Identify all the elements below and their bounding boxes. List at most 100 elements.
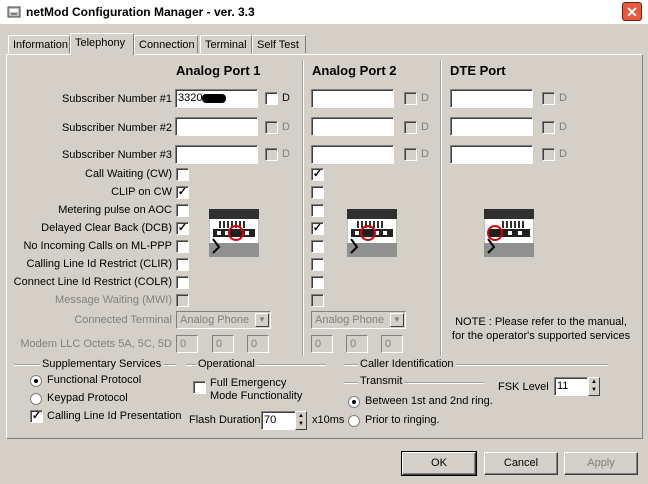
colr-label: Connect Line Id Restrict (COLR)	[13, 276, 172, 288]
analog-port-1-header: Analog Port 1	[176, 63, 261, 78]
keypad-protocol-radio[interactable]	[30, 393, 42, 405]
dte-subscriber-3-input[interactable]	[450, 145, 533, 164]
port2-clir-checkbox[interactable]	[311, 258, 324, 271]
port2-d-3-checkbox[interactable]	[404, 148, 417, 161]
functional-protocol-radio[interactable]	[30, 375, 42, 387]
keypad-protocol-label: Keypad Protocol	[47, 392, 128, 404]
chevron-down-icon[interactable]: ▼	[390, 313, 404, 327]
subscriber-number-3-label: Subscriber Number #3	[61, 149, 172, 161]
port2-dcb-checkbox[interactable]: ✓	[311, 222, 324, 235]
tab-telephony[interactable]: Telephony	[70, 33, 134, 55]
port2-mwi-checkbox[interactable]	[311, 294, 324, 307]
note-line-2: for the operator's supported services	[451, 330, 631, 342]
modem-llc-label: Modem LLC Octets 5A, 5C, 5D	[20, 338, 172, 350]
functional-protocol-label: Functional Protocol	[47, 374, 142, 386]
port2-llc-5d-input[interactable]: 0	[381, 335, 403, 353]
port1-metering-checkbox[interactable]	[176, 204, 189, 217]
column-divider	[440, 60, 442, 356]
tab-terminal[interactable]: Terminal	[200, 35, 252, 53]
port1-llc-5d-input[interactable]: 0	[247, 335, 269, 353]
flash-duration-spinner[interactable]: ▲ ▼	[295, 411, 307, 430]
close-button[interactable]: ✕	[622, 2, 642, 21]
port2-subscriber-1-input[interactable]	[311, 89, 394, 108]
full-emergency-checkbox[interactable]	[193, 381, 206, 394]
port1-connected-terminal-select[interactable]: Analog Phone ▼	[176, 311, 271, 329]
metering-pulse-label: Metering pulse on AOC	[58, 204, 172, 216]
dte-d-3-checkbox[interactable]	[542, 148, 555, 161]
supplementary-services-title: Supplementary Services	[40, 358, 164, 370]
port1-clip-on-cw-checkbox[interactable]: ✓	[176, 186, 189, 199]
full-emergency-line-1: Full Emergency	[210, 377, 287, 389]
d-label: D	[421, 121, 429, 133]
port1-subscriber-1-input[interactable]: 3320	[175, 89, 258, 108]
port2-llc-5a-input[interactable]: 0	[311, 335, 333, 353]
full-emergency-label: Full Emergency Mode Functionality	[210, 377, 302, 403]
calling-line-id-presentation-checkbox[interactable]: ✓	[30, 410, 43, 423]
redaction-mark	[202, 93, 227, 103]
port2-terminal-value: Analog Phone	[315, 314, 385, 326]
between-rings-label: Between 1st and 2nd ring.	[365, 395, 493, 407]
tab-information[interactable]: Information	[8, 35, 70, 53]
cancel-button[interactable]: Cancel	[484, 452, 558, 475]
port1-subscriber-2-input[interactable]	[175, 117, 258, 136]
port1-dcb-checkbox[interactable]: ✓	[176, 222, 189, 235]
d-label: D	[559, 121, 567, 133]
port2-llc-5c-input[interactable]: 0	[346, 335, 368, 353]
flash-duration-unit: x10ms	[312, 414, 345, 426]
port2-metering-checkbox[interactable]	[311, 204, 324, 217]
port1-d-3-checkbox[interactable]	[265, 148, 278, 161]
connected-terminal-label: Connected Terminal	[74, 314, 172, 326]
tab-self-test[interactable]: Self Test	[252, 35, 306, 53]
full-emergency-line-2: Mode Functionality	[210, 390, 303, 402]
subscriber-number-1-label: Subscriber Number #1	[61, 93, 172, 105]
operational-title: Operational	[196, 358, 257, 370]
fsk-level-label: FSK Level	[498, 381, 549, 393]
port2-subscriber-2-input[interactable]	[311, 117, 394, 136]
port2-colr-checkbox[interactable]	[311, 276, 324, 289]
port1-d-2-checkbox[interactable]	[265, 121, 278, 134]
dte-d-1-checkbox[interactable]	[542, 92, 555, 105]
port1-terminal-value: Analog Phone	[180, 314, 250, 326]
between-rings-radio[interactable]	[348, 396, 360, 408]
port2-clip-on-cw-checkbox[interactable]	[311, 186, 324, 199]
tab-connection[interactable]: Connection	[134, 35, 198, 53]
port1-subscriber-3-input[interactable]	[175, 145, 258, 164]
call-waiting-label: Call Waiting (CW)	[85, 168, 172, 180]
port1-mwi-checkbox[interactable]	[176, 294, 189, 307]
port1-colr-checkbox[interactable]	[176, 276, 189, 289]
dte-subscriber-1-input[interactable]	[450, 89, 533, 108]
dte-subscriber-2-input[interactable]	[450, 117, 533, 136]
port2-d-1-checkbox[interactable]	[404, 92, 417, 105]
flash-duration-input[interactable]: 70	[261, 411, 296, 430]
dte-d-2-checkbox[interactable]	[542, 121, 555, 134]
port2-connector-icon	[347, 209, 397, 257]
d-label: D	[421, 148, 429, 160]
port1-no-incoming-checkbox[interactable]	[176, 240, 189, 253]
port2-subscriber-3-input[interactable]	[311, 145, 394, 164]
d-label: D	[282, 92, 290, 104]
port1-call-waiting-checkbox[interactable]	[176, 168, 189, 181]
fsk-level-input[interactable]: 11	[554, 377, 588, 396]
fsk-level-spinner[interactable]: ▲ ▼	[588, 377, 600, 396]
port2-call-waiting-checkbox[interactable]: ✓	[311, 168, 324, 181]
delayed-clear-back-label: Delayed Clear Back (DCB)	[41, 222, 172, 234]
port1-d-1-checkbox[interactable]	[265, 92, 278, 105]
port2-no-incoming-checkbox[interactable]	[311, 240, 324, 253]
port1-llc-5c-input[interactable]: 0	[212, 335, 234, 353]
d-label: D	[421, 92, 429, 104]
column-divider	[302, 60, 304, 356]
port2-connected-terminal-select[interactable]: Analog Phone ▼	[311, 311, 406, 329]
calling-line-id-presentation-label: Calling Line Id Presentation	[47, 410, 182, 422]
port1-clir-checkbox[interactable]	[176, 258, 189, 271]
apply-button[interactable]: Apply	[564, 452, 638, 475]
port2-d-2-checkbox[interactable]	[404, 121, 417, 134]
dte-port-header: DTE Port	[450, 63, 506, 78]
caller-identification-title: Caller Identification	[358, 358, 456, 370]
d-label: D	[282, 148, 290, 160]
chevron-down-icon[interactable]: ▼	[255, 313, 269, 327]
ok-button[interactable]: OK	[401, 451, 477, 476]
port1-llc-5a-input[interactable]: 0	[176, 335, 198, 353]
transmit-title: Transmit	[358, 375, 405, 387]
prior-to-ringing-radio[interactable]	[348, 415, 360, 427]
subscriber-number-2-label: Subscriber Number #2	[61, 122, 172, 134]
